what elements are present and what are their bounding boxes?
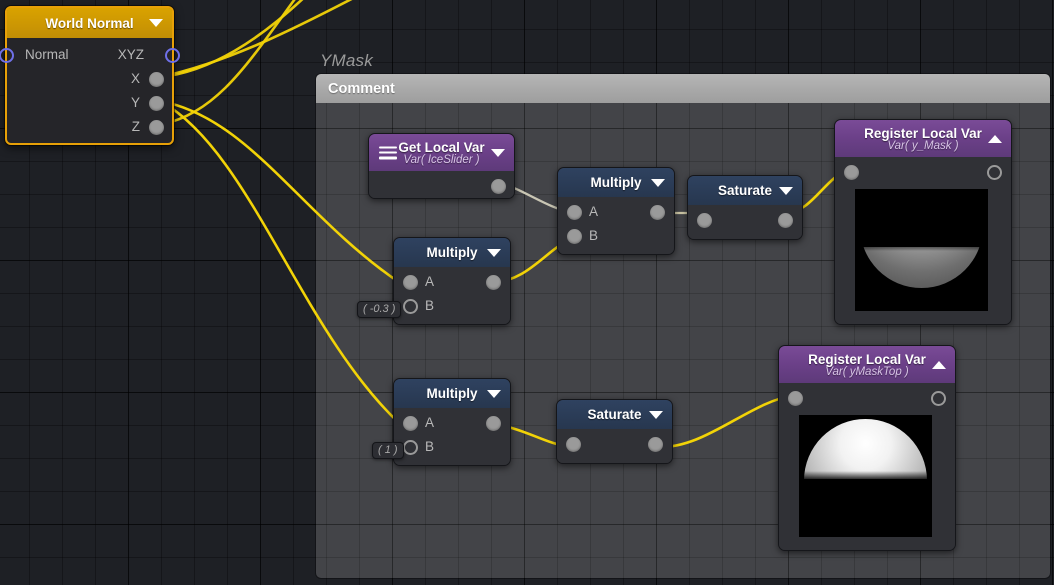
pin-label-z: Z [131, 119, 140, 134]
pin-output[interactable] [778, 213, 793, 228]
pin-output[interactable] [987, 165, 1002, 180]
node-multiply-top-body: A B [558, 197, 674, 254]
hamburger-icon[interactable] [379, 146, 397, 159]
chevron-down-icon[interactable] [491, 148, 505, 157]
node-multiply-top[interactable]: Multiply A B [557, 167, 675, 255]
pin-label-y: Y [130, 95, 140, 110]
pin-x-output[interactable] [149, 72, 164, 87]
node-multiply-bottom-title: Multiply [426, 386, 478, 401]
pin-label-a: A [425, 274, 435, 289]
node-get-local-var-title: Get Local Var [398, 139, 485, 155]
node-saturate-top[interactable]: Saturate [687, 175, 803, 240]
node-register-y-mask-body [835, 157, 1011, 324]
pin-input-a[interactable] [403, 416, 418, 431]
node-register-y-mask-top-header[interactable]: Register Local Var Var( yMaskTop ) [779, 346, 955, 383]
pin-label-a: A [589, 204, 599, 219]
preview-thumbnail-y-mask [855, 189, 988, 311]
node-saturate-top-title: Saturate [717, 183, 773, 198]
pin-input-a[interactable] [403, 275, 418, 290]
node-saturate-bottom-header[interactable]: Saturate [557, 400, 672, 429]
pin-normal-input[interactable] [0, 48, 14, 63]
node-register-y-mask-title: Register Local Var [864, 125, 982, 141]
node-register-y-mask-header[interactable]: Register Local Var Var( y_Mask ) [835, 120, 1011, 157]
node-register-y-mask-top-body [779, 383, 955, 550]
pin-label-a: A [425, 415, 435, 430]
node-multiply-bottom[interactable]: Multiply A B ( 1 ) [372, 378, 511, 466]
node-world-normal[interactable]: World Normal Normal XYZ X Y Z [0, 6, 180, 145]
node-multiply-mid[interactable]: Multiply A B ( -0.3 ) [357, 237, 511, 325]
comment-title: Comment [328, 80, 395, 97]
node-multiply-mid-body: A B [394, 267, 510, 324]
pin-input-a[interactable] [567, 205, 582, 220]
node-multiply-bottom-header[interactable]: Multiply [394, 379, 510, 408]
pin-label-b: B [425, 439, 435, 454]
node-get-local-var-header[interactable]: Get Local Var Var( IceSlider ) [369, 134, 514, 171]
pin-output[interactable] [648, 437, 663, 452]
pin-output[interactable] [650, 205, 665, 220]
pin-label-b: B [589, 228, 599, 243]
pin-input-b[interactable] [567, 229, 582, 244]
pin-input[interactable] [788, 391, 803, 406]
node-saturate-bottom[interactable]: Saturate [556, 399, 673, 464]
const-value-b[interactable]: ( 1 ) [372, 442, 404, 459]
node-get-local-var[interactable]: Get Local Var Var( IceSlider ) [368, 133, 515, 199]
node-multiply-mid-title: Multiply [426, 245, 478, 260]
comment-outer-label: YMask [320, 51, 373, 70]
pin-label-normal: Normal [25, 47, 69, 62]
node-saturate-bottom-title: Saturate [587, 407, 642, 422]
node-get-local-var-subtitle: Var( IceSlider ) [403, 153, 480, 166]
pin-input-b[interactable] [403, 440, 418, 455]
node-register-local-var-y-mask-top[interactable]: Register Local Var Var( yMaskTop ) [778, 345, 956, 551]
node-world-normal-header[interactable]: World Normal [7, 8, 172, 38]
pin-label-x: X [130, 71, 140, 86]
pin-output[interactable] [486, 416, 501, 431]
pin-label-xyz: XYZ [117, 47, 144, 62]
comment-header[interactable]: Comment [316, 74, 1050, 103]
pin-input[interactable] [697, 213, 712, 228]
pin-input[interactable] [844, 165, 859, 180]
chevron-up-icon[interactable] [932, 360, 946, 369]
chevron-down-icon[interactable] [651, 178, 665, 187]
node-multiply-top-title: Multiply [590, 175, 642, 190]
node-register-local-var-y-mask[interactable]: Register Local Var Var( y_Mask ) [834, 119, 1012, 325]
node-world-normal-title: World Normal [45, 15, 134, 31]
node-saturate-top-body [688, 205, 802, 239]
node-get-local-var-body [369, 171, 514, 198]
node-graph-canvas[interactable]: YMask Comment World Normal Normal XYZ X … [0, 0, 1054, 585]
pin-y-output[interactable] [149, 96, 164, 111]
chevron-down-icon[interactable] [149, 19, 163, 27]
chevron-down-icon[interactable] [487, 389, 501, 398]
chevron-down-icon[interactable] [649, 410, 663, 419]
node-saturate-bottom-body [557, 429, 672, 463]
node-multiply-top-header[interactable]: Multiply [558, 168, 674, 197]
pin-input[interactable] [566, 437, 581, 452]
pin-xyz-output[interactable] [165, 48, 180, 63]
chevron-down-icon[interactable] [779, 186, 793, 195]
pin-var-output[interactable] [491, 179, 506, 194]
const-value-b[interactable]: ( -0.3 ) [357, 301, 402, 318]
pin-z-output[interactable] [149, 120, 164, 135]
pin-label-b: B [425, 298, 435, 313]
preview-thumbnail-y-mask-top [799, 415, 932, 537]
chevron-up-icon[interactable] [988, 134, 1002, 143]
node-multiply-bottom-body: A B [394, 408, 510, 465]
pin-output[interactable] [931, 391, 946, 406]
node-saturate-top-header[interactable]: Saturate [688, 176, 802, 205]
node-world-normal-body: Normal XYZ X Y Z [0, 38, 180, 141]
node-multiply-mid-header[interactable]: Multiply [394, 238, 510, 267]
node-register-y-mask-top-subtitle: Var( yMaskTop ) [825, 365, 909, 378]
node-register-y-mask-subtitle: Var( y_Mask ) [887, 139, 959, 152]
pin-output[interactable] [486, 275, 501, 290]
pin-input-b[interactable] [403, 299, 418, 314]
node-register-y-mask-top-title: Register Local Var [808, 351, 926, 367]
chevron-down-icon[interactable] [487, 248, 501, 257]
